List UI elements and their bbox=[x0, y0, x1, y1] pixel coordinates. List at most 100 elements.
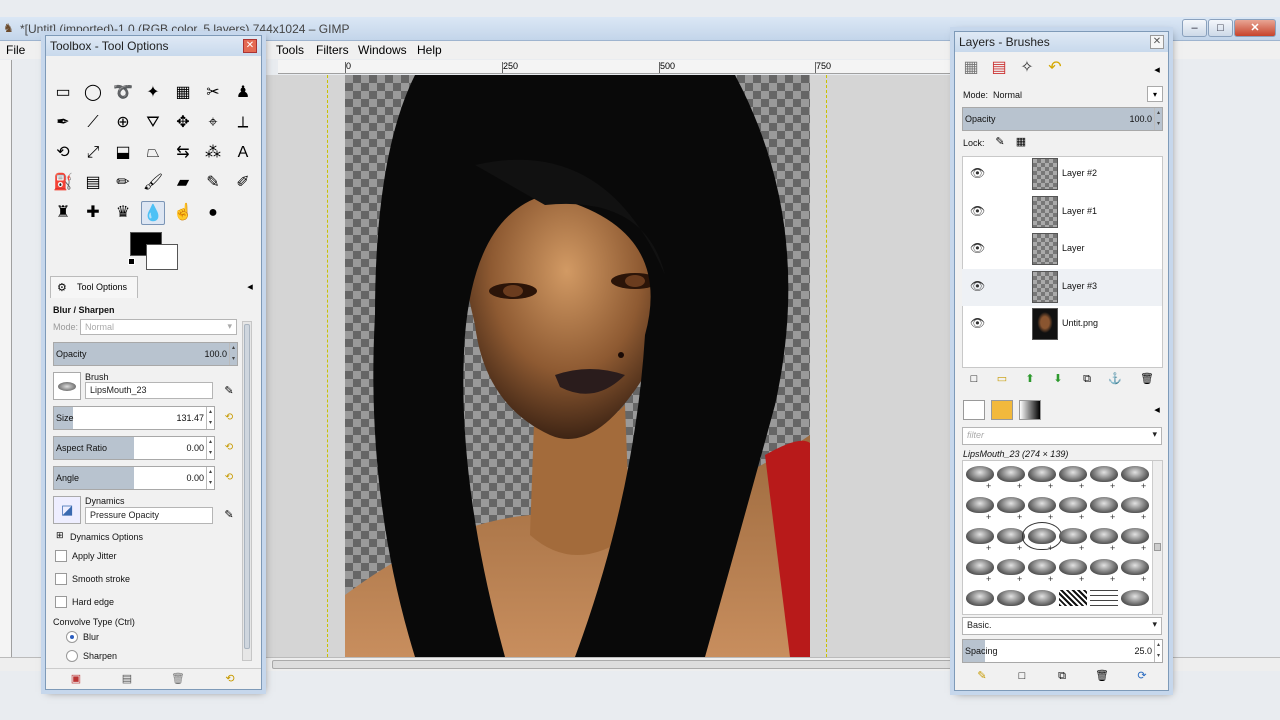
pencil-icon[interactable]: ✏ bbox=[111, 171, 135, 195]
new-brush-icon[interactable]: □ bbox=[1014, 668, 1030, 684]
brush-thumbnail[interactable] bbox=[1121, 466, 1149, 482]
size-slider[interactable]: Size 131.47 ▴ ▾ bbox=[53, 406, 215, 430]
delete-brush-icon[interactable]: 🗑 bbox=[1094, 668, 1110, 684]
scrollbar-thumb[interactable] bbox=[272, 660, 952, 669]
scale-icon[interactable]: ⤢ bbox=[81, 141, 105, 165]
brush-thumbnail[interactable] bbox=[1028, 590, 1056, 606]
move-icon[interactable]: ✥ bbox=[171, 111, 195, 135]
brush-thumbnail[interactable] bbox=[1090, 497, 1118, 513]
layer-row[interactable]: 👁 Layer #1 bbox=[962, 194, 1162, 231]
toolbox-close-button[interactable]: ✕ bbox=[243, 39, 257, 53]
tool-options-menu-icon[interactable]: ◂ bbox=[242, 279, 258, 295]
aspect-ratio-reset-icon[interactable]: ⟲ bbox=[222, 441, 236, 455]
menu-file[interactable]: File bbox=[6, 43, 25, 57]
layer-opacity-stepper[interactable]: ▴ ▾ bbox=[1154, 108, 1162, 130]
undo-tab-icon[interactable]: ↶ bbox=[1047, 60, 1063, 76]
dynamics-edit-icon[interactable]: ✎ bbox=[221, 507, 237, 523]
blend-icon[interactable]: ▤ bbox=[81, 171, 105, 195]
rect-select-icon[interactable]: ▭ bbox=[51, 81, 75, 105]
vertical-ruler[interactable] bbox=[0, 60, 12, 660]
perspective-icon[interactable]: ⏢ bbox=[141, 141, 165, 165]
paths-tab-icon[interactable]: ✧ bbox=[1019, 60, 1035, 76]
dynamics-name-field[interactable]: Pressure Opacity bbox=[85, 507, 213, 524]
spacing-stepper[interactable]: ▴ ▾ bbox=[1154, 640, 1162, 662]
brush-name-field[interactable]: LipsMouth_23 bbox=[85, 382, 213, 399]
tool-options-scrollbar[interactable] bbox=[242, 321, 252, 661]
toolbox-titlebar[interactable]: Toolbox - Tool Options ✕ bbox=[46, 36, 261, 56]
brush-thumbnail[interactable] bbox=[966, 528, 994, 544]
visibility-eye-icon[interactable]: 👁 bbox=[970, 316, 985, 330]
lower-layer-icon[interactable]: ⬇ bbox=[1050, 371, 1066, 387]
brush-thumbnail[interactable] bbox=[1028, 497, 1056, 513]
clone-icon[interactable]: ♜ bbox=[51, 201, 75, 225]
paths-icon[interactable]: ✒ bbox=[51, 111, 75, 135]
duplicate-brush-icon[interactable]: ⧉ bbox=[1054, 668, 1070, 684]
duplicate-layer-icon[interactable]: ⧉ bbox=[1079, 371, 1095, 387]
minimize-button[interactable]: – bbox=[1182, 19, 1207, 37]
brush-thumbnail[interactable] bbox=[1121, 559, 1149, 575]
measure-icon[interactable]: ⛛ bbox=[141, 111, 165, 135]
visibility-eye-icon[interactable]: 👁 bbox=[970, 241, 985, 255]
zoom-icon[interactable]: ⊕ bbox=[111, 111, 135, 135]
bucket-fill-icon[interactable]: ⛽ bbox=[51, 171, 75, 195]
brush-thumbnail[interactable] bbox=[997, 466, 1025, 482]
brush-thumbnail[interactable] bbox=[1121, 590, 1149, 606]
layers-menu-icon[interactable]: ◂ bbox=[1149, 62, 1165, 78]
angle-reset-icon[interactable]: ⟲ bbox=[222, 471, 236, 485]
size-stepper[interactable]: ▴ ▾ bbox=[206, 407, 214, 429]
brush-thumbnail[interactable] bbox=[1121, 497, 1149, 513]
lock-pixels-icon[interactable]: ✎ bbox=[992, 134, 1008, 150]
mode-select[interactable]: Normal ▾ bbox=[80, 319, 237, 335]
brush-filter-input[interactable]: filter ▾ bbox=[962, 427, 1162, 445]
aspect-ratio-stepper[interactable]: ▴ ▾ bbox=[206, 437, 214, 459]
eraser-icon[interactable]: ▰ bbox=[171, 171, 195, 195]
patterns-tab-icon[interactable] bbox=[991, 400, 1013, 420]
new-layer-group-icon[interactable]: ▭ bbox=[994, 371, 1010, 387]
new-layer-icon[interactable]: □ bbox=[966, 371, 982, 387]
visibility-eye-icon[interactable]: 👁 bbox=[970, 166, 985, 180]
brush-thumbnail[interactable] bbox=[966, 497, 994, 513]
expander-icon[interactable]: ⊞ bbox=[56, 530, 64, 541]
layer-row[interactable]: 👁 Layer bbox=[962, 231, 1162, 268]
brush-thumbnail[interactable] bbox=[966, 466, 994, 482]
dynamics-options-expander[interactable]: Dynamics Options bbox=[70, 532, 143, 542]
visibility-eye-icon[interactable]: 👁 bbox=[970, 279, 985, 293]
menu-windows[interactable]: Windows bbox=[358, 43, 407, 57]
aspect-ratio-slider[interactable]: Aspect Ratio 0.00 ▴ ▾ bbox=[53, 436, 215, 460]
angle-slider[interactable]: Angle 0.00 ▴ ▾ bbox=[53, 466, 215, 490]
scrollbar-thumb[interactable] bbox=[1154, 543, 1161, 551]
maximize-button[interactable]: □ bbox=[1208, 19, 1233, 37]
dynamics-preview-button[interactable]: ◪ bbox=[53, 496, 81, 524]
brush-thumbnail[interactable] bbox=[1022, 522, 1062, 550]
layer-row[interactable]: 👁 Layer #2 bbox=[962, 156, 1162, 193]
smooth-stroke-checkbox[interactable] bbox=[55, 573, 67, 585]
menu-tools[interactable]: Tools bbox=[276, 43, 304, 57]
brush-preset-select[interactable]: Basic. ▾ bbox=[962, 617, 1162, 635]
brush-preview-button[interactable] bbox=[53, 372, 81, 400]
save-options-icon[interactable]: ▣ bbox=[68, 671, 84, 687]
text-icon[interactable]: A bbox=[231, 141, 255, 165]
perspective-clone-icon[interactable]: ♛ bbox=[111, 201, 135, 225]
brush-thumbnail[interactable] bbox=[1121, 528, 1149, 544]
brush-thumbnail[interactable] bbox=[1090, 590, 1118, 606]
lasso-icon[interactable]: ➰ bbox=[111, 81, 135, 105]
layer-row[interactable]: 👁 Layer #3 bbox=[962, 268, 1162, 306]
tool-options-tab[interactable]: ⚙ Tool Options bbox=[50, 276, 138, 298]
horizontal-ruler[interactable]: 0 250 500 750 bbox=[278, 60, 954, 74]
brush-thumbnail[interactable] bbox=[997, 559, 1025, 575]
cage-icon[interactable]: ⁂ bbox=[201, 141, 225, 165]
foreground-select-icon[interactable]: ♟ bbox=[231, 81, 255, 105]
menu-help[interactable]: Help bbox=[417, 43, 442, 57]
delete-options-icon[interactable]: 🗑 bbox=[170, 671, 186, 687]
reset-colors-icon[interactable] bbox=[128, 258, 135, 265]
size-reset-icon[interactable]: ⟲ bbox=[222, 411, 236, 425]
gradients-tab-icon[interactable] bbox=[1019, 400, 1041, 420]
brush-thumbnail[interactable] bbox=[1090, 559, 1118, 575]
scissors-icon[interactable]: ✂ bbox=[201, 81, 225, 105]
background-color-swatch[interactable] bbox=[146, 244, 178, 270]
hard-edge-checkbox[interactable] bbox=[55, 596, 67, 608]
brush-thumbnail[interactable] bbox=[1090, 528, 1118, 544]
channels-tab-icon[interactable]: ▤ bbox=[991, 60, 1007, 76]
brush-thumbnail[interactable] bbox=[1059, 528, 1087, 544]
blur-radio[interactable] bbox=[66, 631, 78, 643]
